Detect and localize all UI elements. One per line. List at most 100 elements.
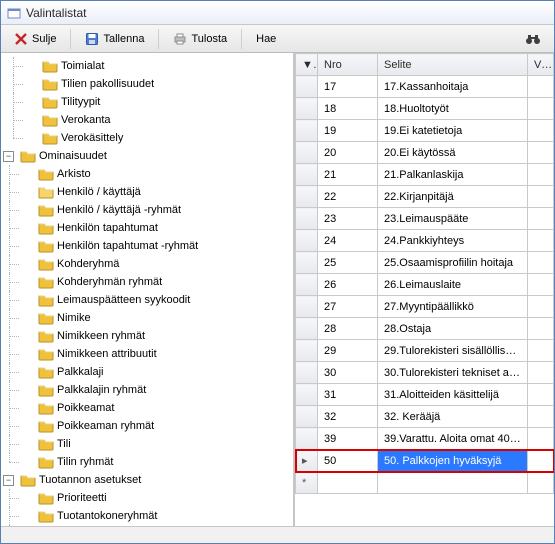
cell-nro[interactable]: 32 [318, 406, 378, 428]
cell-vie[interactable] [528, 472, 554, 494]
cell-vie[interactable] [528, 98, 554, 120]
row-header[interactable] [296, 142, 318, 164]
cell-selite[interactable]: 23.Leimauspääte [378, 208, 528, 230]
tree-pane[interactable]: Toimialat Tilien pakollisuudet Tilityypi… [1, 53, 294, 526]
table-row[interactable]: 29 29.Tulorekisteri sisällölliset ... [296, 340, 554, 362]
cell-vie[interactable] [528, 186, 554, 208]
row-selector-header[interactable]: ▼ [296, 54, 318, 76]
cell-vie[interactable] [528, 406, 554, 428]
cell-nro[interactable]: 50 [318, 450, 378, 472]
cell-nro[interactable]: 30 [318, 362, 378, 384]
tree-item[interactable]: Henkilö / käyttäjä -ryhmät [21, 201, 291, 219]
tree-item[interactable]: Tilityypit [25, 93, 291, 111]
row-header[interactable] [296, 120, 318, 142]
cell-nro[interactable]: 20 [318, 142, 378, 164]
cell-nro[interactable]: 39 [318, 428, 378, 450]
cell-nro[interactable]: 31 [318, 384, 378, 406]
row-header[interactable] [296, 76, 318, 98]
cell-vie[interactable] [528, 164, 554, 186]
cell-selite[interactable]: 30.Tulorekisteri tekniset asiat [378, 362, 528, 384]
cell-vie[interactable] [528, 450, 554, 472]
row-header[interactable] [296, 384, 318, 406]
cell-selite[interactable]: 17.Kassanhoitaja [378, 76, 528, 98]
cell-selite[interactable]: 21.Palkanlaskija [378, 164, 528, 186]
cell-nro[interactable]: 26 [318, 274, 378, 296]
row-header[interactable] [296, 340, 318, 362]
row-header[interactable] [296, 296, 318, 318]
row-header[interactable] [296, 362, 318, 384]
cell-selite[interactable]: 32. Kerääjä [378, 406, 528, 428]
cell-vie[interactable] [528, 76, 554, 98]
cell-selite[interactable]: 50. Palkkojen hyväksyjä [378, 450, 528, 472]
cell-nro[interactable]: 27 [318, 296, 378, 318]
cell-vie[interactable] [528, 340, 554, 362]
tree-item[interactable]: Palkkalajin ryhmät [21, 381, 291, 399]
tree-branch[interactable]: − Tuotannon asetukset [3, 471, 291, 489]
tree-item[interactable]: Nimike [21, 309, 291, 327]
tree-item[interactable]: Tilien pakollisuudet [25, 75, 291, 93]
table-row[interactable]: 20 20.Ei käytössä [296, 142, 554, 164]
tree-twist[interactable]: − [3, 475, 14, 486]
cell-selite[interactable]: 26.Leimauslaite [378, 274, 528, 296]
cell-selite[interactable]: 39.Varattu. Aloita omat 40=> [378, 428, 528, 450]
cell-nro[interactable]: 19 [318, 120, 378, 142]
row-header[interactable]: ▸ [296, 450, 318, 472]
cell-vie[interactable] [528, 230, 554, 252]
row-header[interactable] [296, 186, 318, 208]
cell-nro[interactable]: 21 [318, 164, 378, 186]
cell-selite[interactable]: 29.Tulorekisteri sisällölliset ... [378, 340, 528, 362]
tree-item[interactable]: Nimikkeen ryhmät [21, 327, 291, 345]
table-row[interactable]: 30 30.Tulorekisteri tekniset asiat [296, 362, 554, 384]
cell-selite[interactable]: 20.Ei käytössä [378, 142, 528, 164]
row-header[interactable]: * [296, 472, 318, 494]
search-button[interactable]: Hae [249, 30, 283, 48]
col-nro[interactable]: Nro [318, 54, 378, 76]
cell-selite[interactable]: 28.Ostaja [378, 318, 528, 340]
tree-item[interactable]: Prioriteetti [21, 489, 291, 507]
table-row[interactable]: 19 19.Ei katetietoja [296, 120, 554, 142]
grid-scroll[interactable]: ▼ Nro Selite Vie 17 17.Kassanhoitaja 18 … [294, 53, 554, 526]
table-row[interactable]: 24 24.Pankkiyhteys [296, 230, 554, 252]
cell-selite[interactable] [378, 472, 528, 494]
cell-nro[interactable]: 17 [318, 76, 378, 98]
tree-item[interactable]: Poikkeaman ryhmät [21, 417, 291, 435]
cell-nro[interactable]: 29 [318, 340, 378, 362]
cell-nro[interactable]: 25 [318, 252, 378, 274]
row-header[interactable] [296, 406, 318, 428]
cell-vie[interactable] [528, 142, 554, 164]
table-row[interactable]: 26 26.Leimauslaite [296, 274, 554, 296]
tree-item[interactable]: Verokäsittely [25, 129, 291, 147]
tree-item[interactable]: Tilin ryhmät [21, 453, 291, 471]
close-button[interactable]: Sulje [7, 29, 63, 49]
tree-item[interactable]: Verokanta [25, 111, 291, 129]
row-header[interactable] [296, 274, 318, 296]
cell-vie[interactable] [528, 362, 554, 384]
cell-selite[interactable]: 18.Huoltotyöt [378, 98, 528, 120]
cell-selite[interactable]: 27.Myyntipäällikkö [378, 296, 528, 318]
cell-nro[interactable]: 22 [318, 186, 378, 208]
cell-vie[interactable] [528, 428, 554, 450]
tree-item[interactable]: Tili [21, 435, 291, 453]
tree-item[interactable]: Palkkalaji [21, 363, 291, 381]
row-header[interactable] [296, 428, 318, 450]
tree-item[interactable]: Toimialat [25, 57, 291, 75]
tree-item[interactable]: Tuotannon syykoodit [21, 525, 291, 526]
tree-item[interactable]: Leimauspäätteen syykoodit [21, 291, 291, 309]
tree-item[interactable]: Henkilö / käyttäjä [21, 183, 291, 201]
tree-branch[interactable]: − Ominaisuudet [3, 147, 291, 165]
table-row[interactable]: 21 21.Palkanlaskija [296, 164, 554, 186]
table-row[interactable]: 17 17.Kassanhoitaja [296, 76, 554, 98]
find-button[interactable] [518, 29, 548, 49]
cell-vie[interactable] [528, 274, 554, 296]
row-header[interactable] [296, 208, 318, 230]
cell-vie[interactable] [528, 296, 554, 318]
col-vie[interactable]: Vie [528, 54, 554, 76]
list-grid[interactable]: ▼ Nro Selite Vie 17 17.Kassanhoitaja 18 … [295, 53, 554, 494]
table-row[interactable]: 27 27.Myyntipäällikkö [296, 296, 554, 318]
cell-nro[interactable]: 23 [318, 208, 378, 230]
table-new-row[interactable]: * [296, 472, 554, 494]
cell-nro[interactable] [318, 472, 378, 494]
tree-twist[interactable]: − [3, 151, 14, 162]
cell-vie[interactable] [528, 318, 554, 340]
cell-nro[interactable]: 18 [318, 98, 378, 120]
